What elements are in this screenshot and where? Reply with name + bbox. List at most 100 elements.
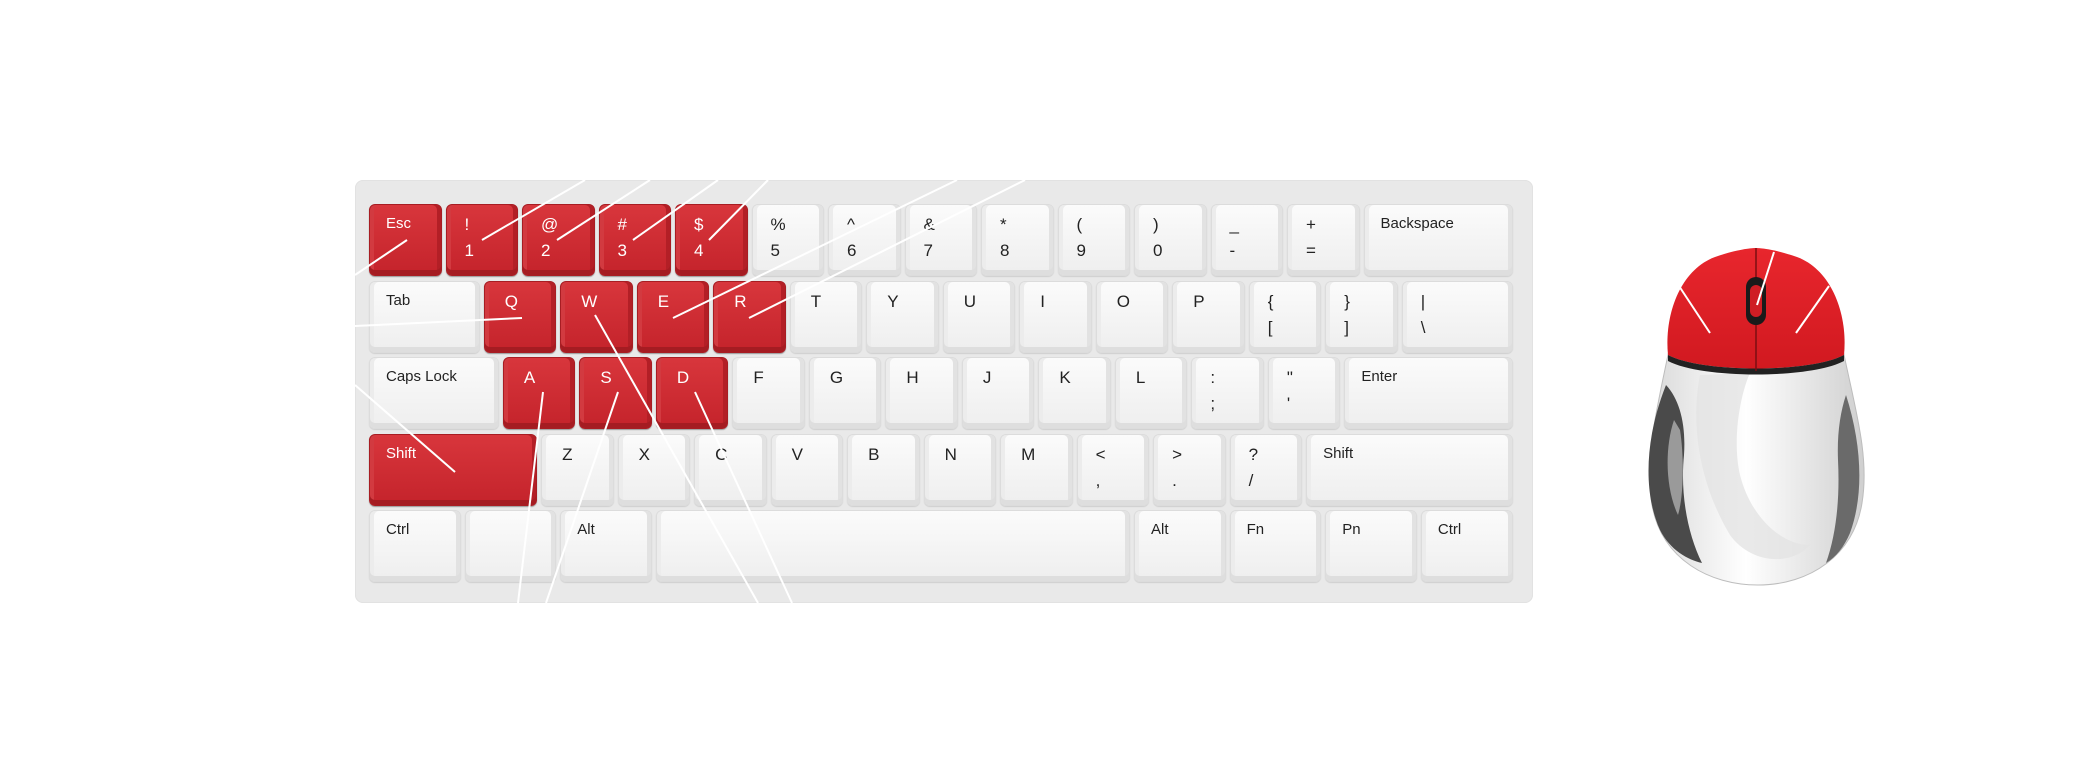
key-number-row-symbol-5[interactable]: % 5 bbox=[751, 204, 824, 276]
key-shift-row-n-6[interactable]: N bbox=[923, 433, 997, 506]
key-number-row-symbol-3[interactable]: #3 bbox=[598, 204, 671, 276]
key-number-row-symbol-7[interactable]: & 7 bbox=[904, 204, 977, 276]
key-home-row-k-8[interactable]: K bbox=[1038, 357, 1111, 429]
key-home-row-enter-12[interactable]: Enter bbox=[1344, 357, 1513, 429]
key-top-row-o-9[interactable]: O bbox=[1095, 280, 1169, 353]
key-shift-row-v-4[interactable]: V bbox=[770, 433, 844, 506]
key-legend: F bbox=[753, 368, 764, 387]
key-legend: Ctrl bbox=[1437, 521, 1462, 538]
key-legend: = bbox=[1306, 241, 1316, 260]
key-home-row-d-3[interactable]: D bbox=[655, 357, 729, 429]
key-legend: W bbox=[581, 291, 598, 311]
key-shift-row-symbol-8[interactable]: <, bbox=[1076, 433, 1150, 506]
key-number-row-symbol-12[interactable]: + = bbox=[1287, 204, 1360, 276]
key-legend: 9 bbox=[1076, 241, 1086, 260]
key-top-row-symbol-13[interactable]: | \ bbox=[1401, 280, 1513, 353]
key-top-row-q-1[interactable]: Q bbox=[483, 280, 557, 353]
key-top-row-y-6[interactable]: Y bbox=[866, 280, 939, 353]
key-bottom-row-space-3[interactable] bbox=[655, 510, 1130, 582]
key-legend: Alt bbox=[1151, 521, 1169, 538]
key-legend: , bbox=[1095, 470, 1101, 490]
key-home-row-g-5[interactable]: G bbox=[808, 357, 882, 429]
key-bottom-row-alt-2[interactable]: Alt bbox=[560, 510, 652, 582]
key-shift-row-x-2[interactable]: X bbox=[617, 433, 691, 506]
key-home-row-f-4[interactable]: F bbox=[732, 357, 805, 429]
key-number-row-symbol-2[interactable]: @2 bbox=[522, 204, 595, 276]
key-shift-legend: " bbox=[1286, 368, 1293, 387]
key-top-row-r-4[interactable]: R bbox=[713, 280, 786, 353]
key-top-row-t-5[interactable]: T bbox=[789, 280, 863, 353]
key-home-row-a-1[interactable]: A bbox=[502, 357, 576, 429]
key-legend: C bbox=[715, 444, 728, 464]
key-legend: D bbox=[676, 368, 690, 387]
key-number-row-symbol-9[interactable]: (9 bbox=[1057, 204, 1130, 276]
key-shift-row-shift-0[interactable]: Shift bbox=[369, 433, 538, 506]
key-shift-legend: $ bbox=[694, 215, 704, 234]
key-number-row-backspace-13[interactable]: Backspace bbox=[1363, 204, 1513, 276]
key-legend: / bbox=[1248, 470, 1254, 490]
key-top-row-e-3[interactable]: E bbox=[636, 280, 710, 353]
key-number-row-symbol-10[interactable]: ) 0 bbox=[1134, 204, 1207, 276]
key-shift-legend: _ bbox=[1229, 215, 1239, 234]
key-home-row-j-7[interactable]: J bbox=[961, 357, 1035, 429]
key-legend: Q bbox=[504, 291, 518, 311]
key-legend: Fn bbox=[1246, 521, 1265, 538]
key-legend: Esc bbox=[386, 215, 412, 232]
key-legend: Y bbox=[887, 291, 899, 311]
key-top-row-tab-0[interactable]: Tab bbox=[369, 280, 480, 353]
key-shift-row-m-7[interactable]: M bbox=[1000, 433, 1073, 506]
key-top-row-u-7[interactable]: U bbox=[942, 280, 1016, 353]
key-home-row-symbol-10[interactable]: :; bbox=[1191, 357, 1264, 429]
key-legend: Enter bbox=[1361, 368, 1398, 385]
key-legend: 2 bbox=[541, 241, 551, 260]
key-shift-row-z-1[interactable]: Z bbox=[541, 433, 614, 506]
key-number-row-esc-0[interactable]: Esc bbox=[369, 204, 442, 276]
key-legend: 1 bbox=[464, 241, 474, 260]
key-number-row-symbol-1[interactable]: ! 1 bbox=[445, 204, 518, 276]
key-top-row-p-10[interactable]: P bbox=[1172, 280, 1245, 353]
key-home-row-l-9[interactable]: L bbox=[1114, 357, 1188, 429]
key-home-row-symbol-11[interactable]: " ' bbox=[1267, 357, 1341, 429]
key-number-row-symbol-6[interactable]: ^ 6 bbox=[828, 204, 901, 276]
key-number-row-symbol-11[interactable]: _ - bbox=[1210, 204, 1283, 276]
key-bottom-row-ctrl-7[interactable]: Ctrl bbox=[1420, 510, 1513, 582]
key-shift-legend: < bbox=[1095, 444, 1106, 464]
key-legend: B bbox=[868, 444, 880, 464]
key-legend: Pn bbox=[1342, 521, 1361, 538]
key-shift-legend: : bbox=[1210, 368, 1216, 387]
key-shift-row-symbol-9[interactable]: >. bbox=[1153, 433, 1226, 506]
key-shift-row-symbol-10[interactable]: ? / bbox=[1229, 433, 1303, 506]
key-number-row-symbol-8[interactable]: * 8 bbox=[981, 204, 1054, 276]
key-bottom-row-ctrl-0[interactable]: Ctrl bbox=[369, 510, 461, 582]
key-shift-row-shift-11[interactable]: Shift bbox=[1306, 433, 1513, 506]
key-legend: 6 bbox=[847, 241, 857, 260]
key-home-row-h-6[interactable]: H bbox=[885, 357, 958, 429]
key-shift-legend: % bbox=[770, 215, 786, 234]
key-top-row-symbol-11[interactable]: {[ bbox=[1248, 280, 1322, 353]
key-legend: ; bbox=[1210, 394, 1216, 413]
key-shift-legend: + bbox=[1306, 215, 1316, 234]
key-legend: G bbox=[829, 368, 844, 387]
key-bottom-row-blank-1[interactable] bbox=[464, 510, 557, 582]
key-shift-legend: @ bbox=[541, 215, 559, 234]
key-legend: Backspace bbox=[1380, 215, 1454, 232]
scroll-wheel-ridge bbox=[1750, 285, 1762, 317]
key-shift-row-b-5[interactable]: B bbox=[847, 433, 920, 506]
key-bottom-row-pn-6[interactable]: Pn bbox=[1325, 510, 1417, 582]
key-bottom-row-fn-5[interactable]: Fn bbox=[1229, 510, 1322, 582]
key-shift-row-c-3[interactable]: C bbox=[694, 433, 767, 506]
key-legend: [ bbox=[1267, 317, 1273, 337]
key-legend: H bbox=[906, 368, 919, 387]
key-legend: L bbox=[1135, 368, 1146, 387]
key-legend: 7 bbox=[923, 241, 933, 260]
key-home-row-caps-lock-0[interactable]: Caps Lock bbox=[369, 357, 499, 429]
key-home-row-s-2[interactable]: S bbox=[579, 357, 652, 429]
key-top-row-symbol-12[interactable]: }] bbox=[1325, 280, 1398, 353]
key-legend: ' bbox=[1286, 394, 1291, 413]
key-legend: . bbox=[1172, 470, 1177, 490]
key-bottom-row-alt-4[interactable]: Alt bbox=[1134, 510, 1226, 582]
key-number-row-symbol-4[interactable]: $4 bbox=[675, 204, 748, 276]
key-legend: U bbox=[963, 291, 977, 311]
key-top-row-i-8[interactable]: I bbox=[1019, 280, 1092, 353]
key-top-row-w-2[interactable]: W bbox=[560, 280, 633, 353]
